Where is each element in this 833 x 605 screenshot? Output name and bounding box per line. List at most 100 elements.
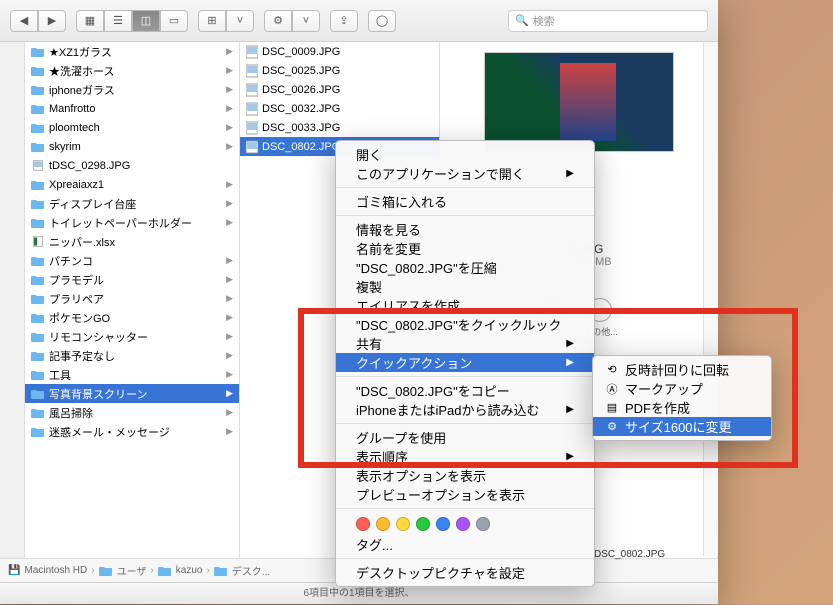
tag-dot[interactable]	[376, 517, 390, 531]
context-menu-item[interactable]: 複製	[336, 277, 594, 296]
context-menu-item[interactable]: エイリアスを作成	[336, 296, 594, 315]
tag-dot[interactable]	[476, 517, 490, 531]
disk-icon: 💾	[8, 565, 20, 576]
context-menu-item[interactable]: グループを使用	[336, 428, 594, 447]
chevron-right-icon: ▶	[226, 84, 233, 95]
context-menu-item[interactable]: プレビューオプションを表示	[336, 485, 594, 504]
tag-dot[interactable]	[356, 517, 370, 531]
quick-action-item[interactable]: ⟲反時計回りに回転	[593, 360, 771, 379]
folder-icon	[31, 312, 45, 323]
column-view-button[interactable]: ◫	[132, 10, 160, 32]
tag-dot[interactable]	[436, 517, 450, 531]
context-menu-item[interactable]: 名前を変更	[336, 239, 594, 258]
tag-colors[interactable]	[336, 513, 594, 535]
context-menu[interactable]: 開くこのアプリケーションで開く▶ゴミ箱に入れる情報を見る名前を変更"DSC_08…	[335, 140, 595, 587]
back-button[interactable]: ◀	[10, 10, 38, 32]
context-menu-item[interactable]: 表示順序▶	[336, 447, 594, 466]
context-menu-item[interactable]: このアプリケーションで開く▶	[336, 164, 594, 183]
chevron-right-icon: ▶	[226, 274, 233, 285]
folder-icon	[214, 565, 228, 576]
sidebar-item[interactable]: ディスプレイ台座▶	[25, 194, 239, 213]
arrange-dropdown[interactable]: ˅	[226, 10, 254, 32]
tag-dot[interactable]	[456, 517, 470, 531]
tag-dot[interactable]	[396, 517, 410, 531]
sidebar-item[interactable]: ポケモンGO▶	[25, 308, 239, 327]
context-menu-item[interactable]: "DSC_0802.JPG"をクイックルック	[336, 315, 594, 334]
sidebar-item[interactable]: 写真背景スクリーン▶	[25, 384, 239, 403]
search-input[interactable]: 🔍 検索	[508, 10, 708, 32]
sidebar-item[interactable]: ploomtech▶	[25, 118, 239, 137]
path-segment[interactable]: ユーザ	[117, 563, 147, 578]
quick-action-item[interactable]: Ⓐマークアップ	[593, 379, 771, 398]
arrange-button[interactable]: ⊞	[198, 10, 226, 32]
file-item[interactable]: DSC_0032.JPG	[240, 99, 439, 118]
context-menu-item[interactable]: "DSC_0802.JPG"を圧縮	[336, 258, 594, 277]
tags-button[interactable]: ◯	[368, 10, 396, 32]
folder-icon	[158, 565, 172, 576]
action-button[interactable]: ⚙	[264, 10, 292, 32]
context-menu-item[interactable]: デスクトップピクチャを設定	[336, 563, 594, 582]
toolbar: ◀ ▶ ▦ ☰ ◫ ▭ ⊞ ˅ ⚙ ˅ ⇪ ◯ 🔍 検索	[0, 0, 718, 42]
sidebar-item[interactable]: Manfrotto▶	[25, 99, 239, 118]
sidebar-item[interactable]: パチンコ▶	[25, 251, 239, 270]
chevron-right-icon: ▶	[226, 179, 233, 190]
sidebar-item[interactable]: ★XZ1ガラス▶	[25, 42, 239, 61]
context-menu-item[interactable]: クイックアクション▶	[336, 353, 594, 372]
context-menu-item[interactable]: "DSC_0802.JPG"をコピー	[336, 381, 594, 400]
chevron-right-icon: ▶	[226, 103, 233, 114]
sidebar-item[interactable]: iphoneガラス▶	[25, 80, 239, 99]
sidebar-item[interactable]: プラモデル▶	[25, 270, 239, 289]
sidebar-item[interactable]: 風呂掃除▶	[25, 403, 239, 422]
chevron-right-icon: ▶	[226, 426, 233, 437]
quick-actions-submenu[interactable]: ⟲反時計回りに回転Ⓐマークアップ▤PDFを作成⚙サイズ1600に変更	[592, 355, 772, 441]
sidebar-item[interactable]: トイレットペーパーホルダー▶	[25, 213, 239, 232]
sidebar-item[interactable]: 迷惑メール・メッセージ▶	[25, 422, 239, 441]
view-buttons: ▦ ☰ ◫ ▭	[76, 10, 188, 32]
context-menu-item[interactable]: iPhoneまたはiPadから読み込む▶	[336, 400, 594, 419]
share-button[interactable]: ⇪	[330, 10, 358, 32]
sidebar-item[interactable]: Xpreaiaxz1▶	[25, 175, 239, 194]
sidebar-item[interactable]: ★洗濯ホース▶	[25, 61, 239, 80]
sidebar-item[interactable]: 記事予定なし▶	[25, 346, 239, 365]
path-segment[interactable]: kazuo	[176, 565, 203, 576]
context-menu-item[interactable]: 開く	[336, 145, 594, 164]
sidebar-item[interactable]: ニッパー.xlsx	[25, 232, 239, 251]
tag-dot[interactable]	[416, 517, 430, 531]
path-segment[interactable]: デスク...	[232, 563, 270, 578]
folder-icon	[31, 46, 45, 57]
rotate-icon: ⟲	[605, 363, 619, 377]
sidebar-item[interactable]: リモコンシャッター▶	[25, 327, 239, 346]
file-item[interactable]: DSC_0033.JPG	[240, 118, 439, 137]
folder-icon	[99, 565, 113, 576]
sidebar-item[interactable]: skyrim▶	[25, 137, 239, 156]
submenu-arrow-icon: ▶	[566, 338, 574, 349]
file-item[interactable]: DSC_0009.JPG	[240, 42, 439, 61]
context-menu-item[interactable]: タグ...	[336, 535, 594, 554]
action-dropdown[interactable]: ˅	[292, 10, 320, 32]
file-item[interactable]: DSC_0025.JPG	[240, 61, 439, 80]
path-segment[interactable]: Macintosh HD	[24, 565, 87, 576]
quick-action-item[interactable]: ⚙サイズ1600に変更	[593, 417, 771, 436]
context-menu-item[interactable]: 表示オプションを表示	[336, 466, 594, 485]
scrollbar[interactable]	[703, 42, 718, 556]
chevron-right-icon: ▶	[226, 141, 233, 152]
folder-icon	[31, 407, 45, 418]
chevron-right-icon: ▶	[226, 407, 233, 418]
list-view-button[interactable]: ☰	[104, 10, 132, 32]
context-menu-item[interactable]: ゴミ箱に入れる	[336, 192, 594, 211]
sidebar-item[interactable]: 工具▶	[25, 365, 239, 384]
icon-view-button[interactable]: ▦	[76, 10, 104, 32]
forward-button[interactable]: ▶	[38, 10, 66, 32]
folder-column[interactable]: ★XZ1ガラス▶★洗濯ホース▶iphoneガラス▶Manfrotto▶ploom…	[25, 42, 240, 558]
preview-image[interactable]	[484, 52, 674, 152]
sidebar-item[interactable]: プラリペア▶	[25, 289, 239, 308]
gallery-view-button[interactable]: ▭	[160, 10, 188, 32]
folder-icon	[31, 217, 45, 228]
chevron-right-icon: ▶	[226, 369, 233, 380]
context-menu-item[interactable]: 情報を見る	[336, 220, 594, 239]
chevron-right-icon: ▶	[226, 293, 233, 304]
sidebar-item[interactable]: tDSC_0298.JPG	[25, 156, 239, 175]
file-item[interactable]: DSC_0026.JPG	[240, 80, 439, 99]
context-menu-item[interactable]: 共有▶	[336, 334, 594, 353]
quick-action-item[interactable]: ▤PDFを作成	[593, 398, 771, 417]
